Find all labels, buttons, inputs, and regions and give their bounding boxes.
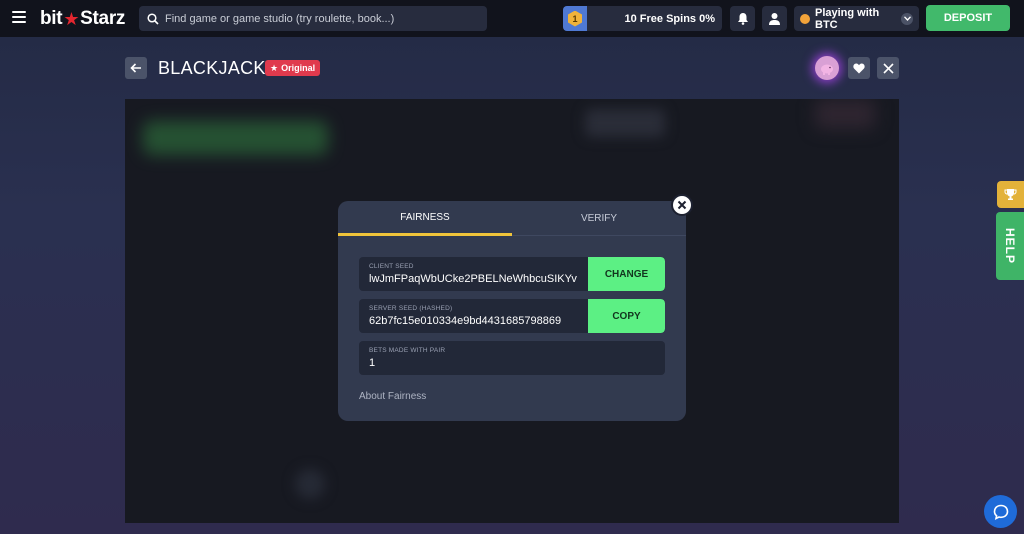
server-seed-value[interactable]: 62b7fc15e010334e9bd4431685798869 — [369, 315, 581, 327]
close-icon — [677, 200, 687, 210]
search-bar[interactable] — [139, 6, 487, 31]
tab-verify[interactable]: VERIFY — [512, 201, 686, 236]
logo-text-left: bit — [40, 8, 63, 29]
menu-icon[interactable] — [12, 11, 26, 25]
fairness-modal: FAIRNESS VERIFY CLIENT SEED lwJmFPaqWbUC… — [338, 201, 686, 421]
btc-coin-icon — [800, 13, 810, 24]
original-badge-label: Original — [281, 63, 316, 73]
help-tab[interactable]: HELP — [996, 212, 1024, 280]
top-bar: bit ★ Starz 1 10 Free Spins 0% Playing w… — [0, 0, 1024, 37]
client-seed-label: CLIENT SEED — [369, 263, 414, 270]
favorite-button[interactable] — [848, 57, 870, 79]
free-spins-widget[interactable]: 1 10 Free Spins 0% — [563, 6, 722, 31]
close-game-button[interactable] — [877, 57, 899, 79]
server-seed-field: SERVER SEED (HASHED) 62b7fc15e010334e9bd… — [359, 299, 665, 333]
heart-icon — [853, 63, 865, 73]
chevron-down-icon — [901, 12, 913, 25]
logo-text-right: Starz — [80, 8, 126, 29]
client-seed-field: CLIENT SEED lwJmFPaqWbUCke2PBELNeWhbcuSI… — [359, 257, 665, 291]
blurred-game-element — [295, 469, 325, 499]
free-spins-text: 10 Free Spins 0% — [624, 12, 716, 25]
live-chat-button[interactable] — [984, 495, 1017, 528]
client-seed-value[interactable]: lwJmFPaqWbUCke2PBELNeWhbcuSIKYv — [369, 273, 581, 285]
bets-made-label: BETS MADE WITH PAIR — [369, 347, 446, 354]
blurred-game-element — [815, 99, 875, 129]
modal-close-button[interactable] — [671, 194, 693, 216]
currency-label: Playing with BTC — [815, 6, 880, 31]
currency-selector[interactable]: Playing with BTC — [794, 6, 919, 31]
level-number: 1 — [568, 10, 582, 27]
about-fairness-link[interactable]: About Fairness — [359, 391, 426, 402]
help-label: HELP — [1003, 227, 1017, 264]
level-badge: 1 — [563, 6, 587, 31]
search-input[interactable] — [165, 12, 485, 25]
bell-icon — [737, 13, 748, 25]
logo-star-icon: ★ — [63, 8, 80, 29]
piggy-bank-icon[interactable] — [815, 56, 839, 80]
back-button[interactable] — [125, 57, 147, 79]
site-logo[interactable]: bit ★ Starz — [40, 8, 125, 30]
bets-made-value: 1 — [369, 357, 376, 369]
game-title: BLACKJACK — [158, 58, 266, 78]
blurred-game-element — [585, 109, 665, 137]
arrow-left-icon — [130, 63, 141, 73]
account-button[interactable] — [762, 6, 787, 31]
server-seed-label: SERVER SEED (HASHED) — [369, 305, 453, 312]
tournaments-button[interactable] — [997, 181, 1024, 208]
chat-icon — [993, 504, 1008, 520]
search-icon — [147, 12, 159, 25]
notifications-button[interactable] — [730, 6, 755, 31]
modal-tabs: FAIRNESS VERIFY — [338, 201, 686, 236]
original-badge: ★ Original — [265, 60, 321, 76]
tab-fairness[interactable]: FAIRNESS — [338, 201, 512, 236]
bets-made-field: BETS MADE WITH PAIR 1 — [359, 341, 665, 375]
copy-seed-button[interactable]: COPY — [588, 299, 665, 333]
trophy-icon — [1004, 189, 1017, 200]
user-icon — [769, 13, 780, 25]
deposit-button[interactable]: DEPOSIT — [926, 5, 1010, 31]
change-seed-button[interactable]: CHANGE — [588, 257, 665, 291]
blurred-game-element — [143, 121, 328, 155]
star-icon: ★ — [270, 62, 279, 73]
close-icon — [882, 62, 894, 74]
